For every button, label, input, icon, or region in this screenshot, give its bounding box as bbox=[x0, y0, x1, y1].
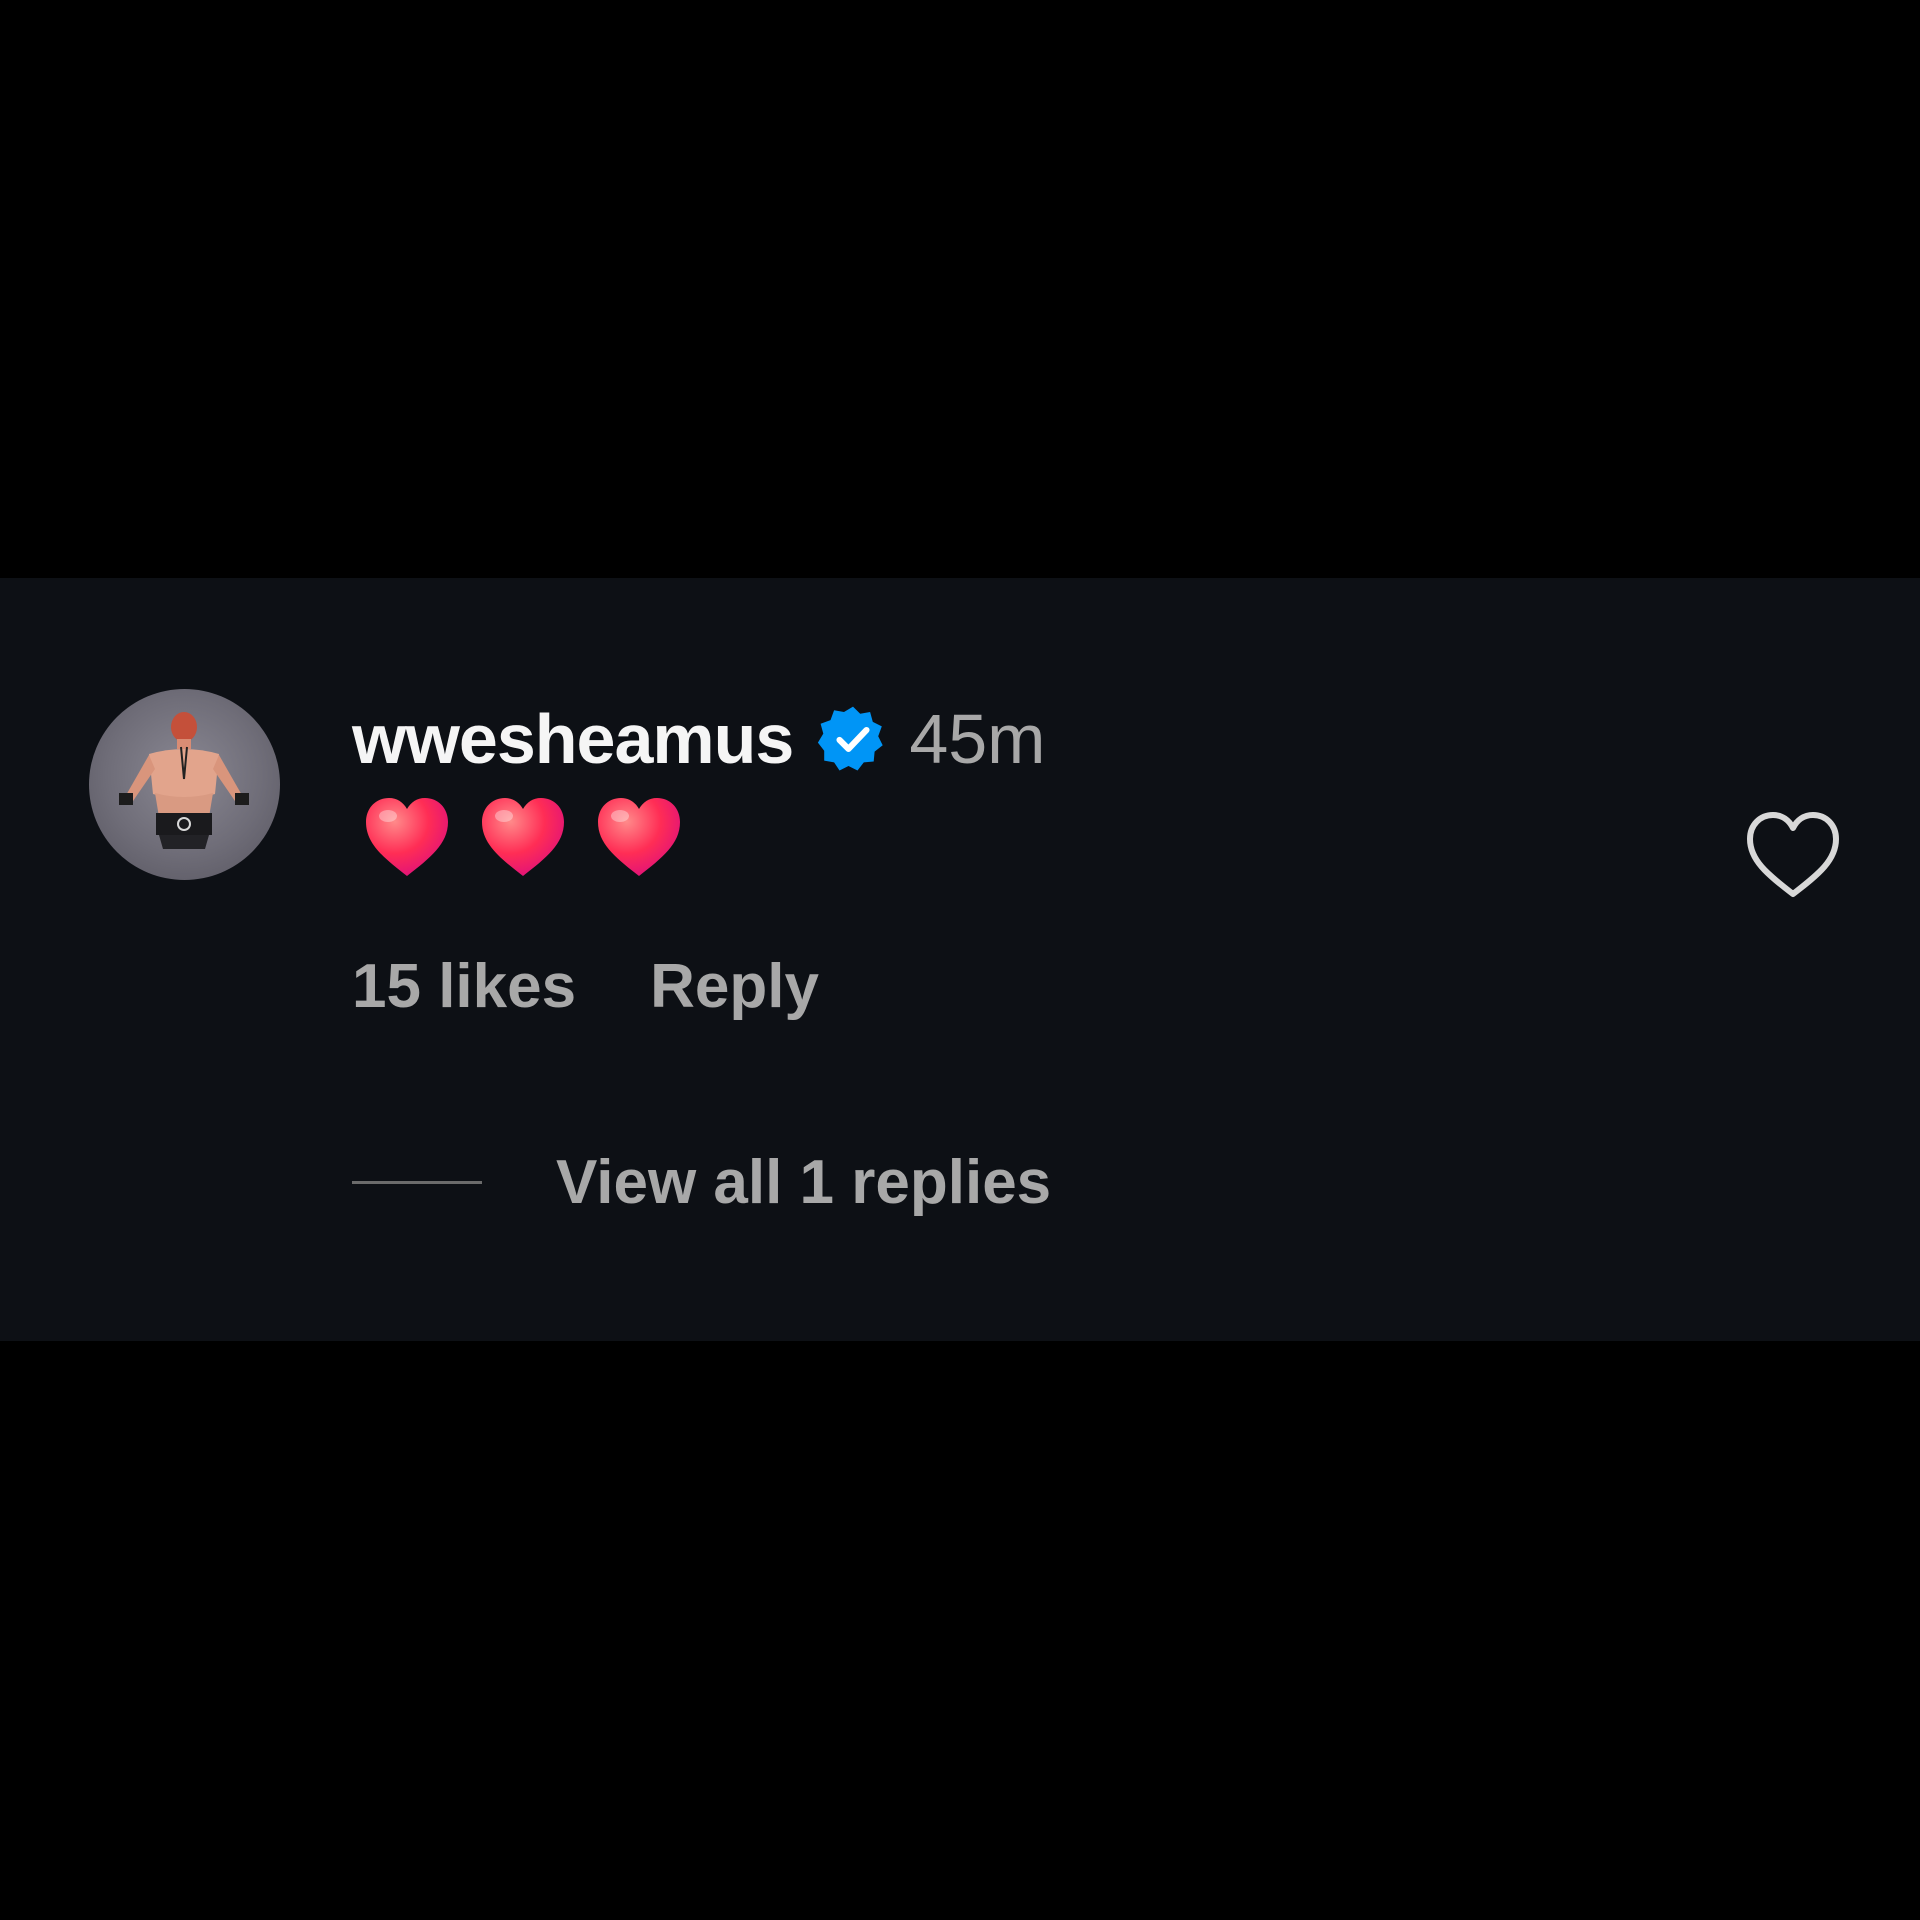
comment-header: wwesheamus 45m bbox=[352, 696, 1652, 782]
like-button[interactable] bbox=[1745, 810, 1841, 900]
heart-emoji bbox=[598, 798, 680, 876]
replies-divider bbox=[352, 1180, 482, 1184]
comment-text bbox=[352, 796, 1652, 886]
comment-item: wwesheamus 45m 15 likes Reply View all 1… bbox=[0, 578, 1920, 1341]
verified-badge-icon bbox=[817, 703, 889, 775]
screen: wwesheamus 45m 15 likes Reply View all 1… bbox=[0, 0, 1920, 1920]
avatar[interactable] bbox=[89, 689, 280, 880]
likes-count[interactable]: 15 likes bbox=[352, 951, 576, 1022]
comment-meta: 15 likes Reply bbox=[352, 946, 1652, 1026]
comment-body: wwesheamus 45m 15 likes Reply View all 1… bbox=[352, 696, 1652, 1222]
timestamp: 45m bbox=[909, 700, 1046, 778]
view-replies-row[interactable]: View all 1 replies bbox=[352, 1142, 1652, 1222]
heart-emoji bbox=[482, 798, 564, 876]
heart-outline-icon bbox=[1747, 812, 1839, 897]
reply-button[interactable]: Reply bbox=[650, 951, 819, 1022]
username[interactable]: wwesheamus bbox=[352, 696, 794, 782]
heart-emoji bbox=[366, 798, 448, 876]
view-replies-button[interactable]: View all 1 replies bbox=[556, 1147, 1051, 1218]
